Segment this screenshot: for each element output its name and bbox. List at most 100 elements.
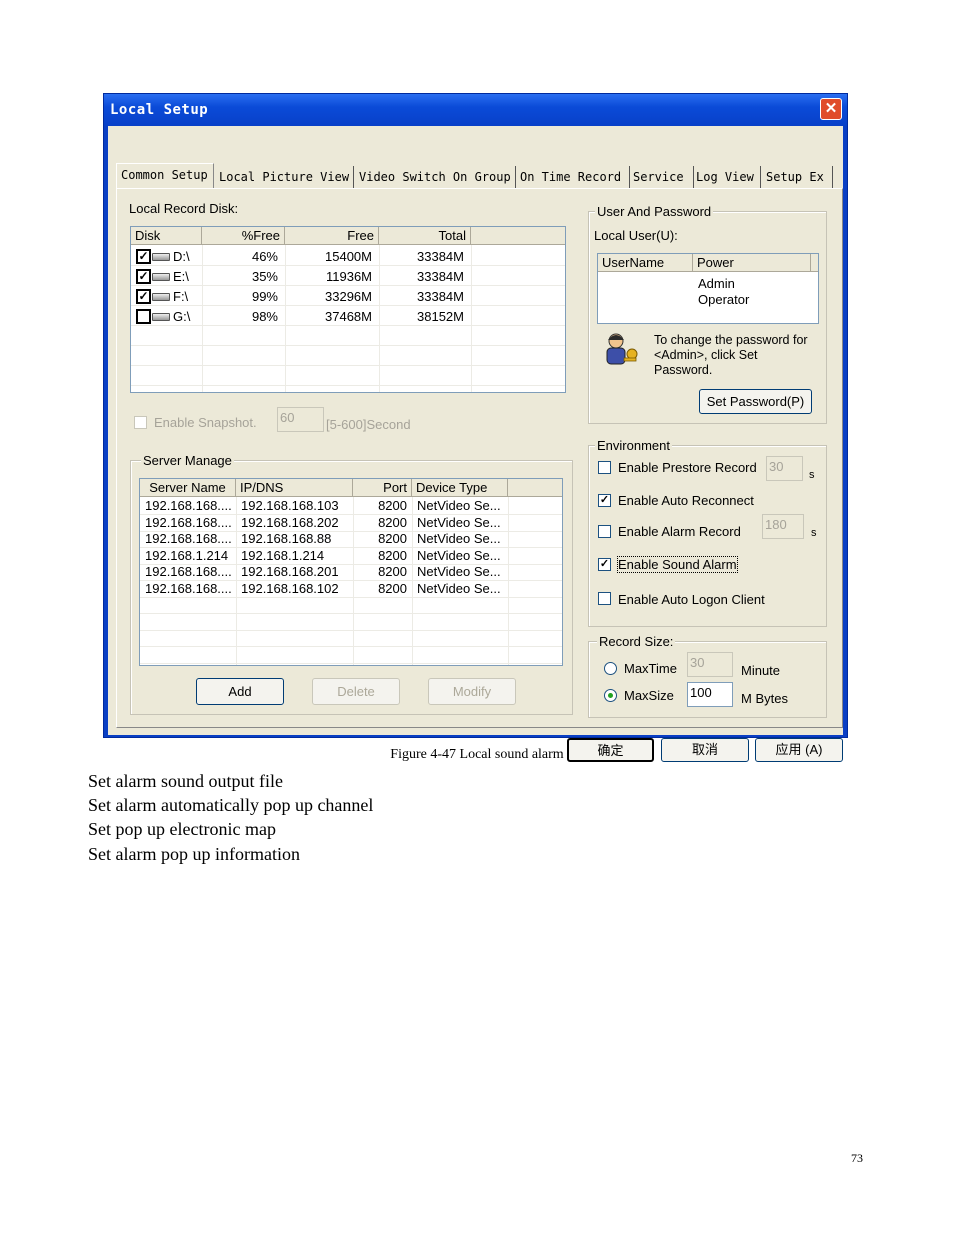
disk-name-cell[interactable]: G:\ <box>173 309 190 325</box>
server-manage-title: Server Manage <box>141 453 234 468</box>
ip-dns-col-header[interactable]: IP/DNS <box>236 479 353 497</box>
server-name-cell[interactable]: 192.168.1.214 <box>145 548 228 564</box>
server-ip-cell: 192.168.168.202 <box>241 514 339 530</box>
disk-free-cell: 33296M <box>325 289 372 304</box>
empty-col-header <box>811 254 818 272</box>
enable-auto-logon-checkbox[interactable] <box>598 592 611 605</box>
enable-prestore-label: Enable Prestore Record <box>618 460 757 475</box>
user-power-cell[interactable]: Operator <box>698 292 749 308</box>
username-col-header[interactable]: UserName <box>598 254 693 272</box>
power-col-header[interactable]: Power <box>693 254 811 272</box>
enable-auto-reconnect-label: Enable Auto Reconnect <box>618 493 754 508</box>
server-ip-cell: 192.168.168.103 <box>241 498 339 513</box>
bullet-item: Set alarm pop up information <box>88 844 300 864</box>
tab-on-time-record[interactable]: On Time Record <box>520 166 630 188</box>
disk-name-cell[interactable]: F:\ <box>173 289 188 305</box>
local-user-label: Local User(U): <box>594 228 678 243</box>
max-size-input[interactable]: 100 <box>687 682 733 707</box>
bullet-item: Set pop up electronic map <box>88 819 276 839</box>
row-gridline <box>140 662 562 664</box>
figure-caption: Figure 4-47 Local sound alarm <box>390 747 564 762</box>
row-gridline <box>131 325 565 326</box>
server-port-cell: 8200 <box>378 564 407 579</box>
server-name-cell[interactable]: 192.168.168.... <box>145 564 232 580</box>
max-size-unit: M Bytes <box>741 691 788 706</box>
max-size-radio[interactable] <box>604 689 617 702</box>
disk-enable-checkbox[interactable]: ✓ <box>136 249 151 264</box>
enable-snapshot-label: Enable Snapshot. <box>154 415 257 430</box>
modify-button[interactable]: Modify <box>428 678 516 705</box>
user-power-cell[interactable]: Admin <box>698 276 735 292</box>
row-gridline <box>131 365 565 366</box>
close-icon[interactable]: ✕ <box>820 98 842 120</box>
tab-common-setup[interactable]: Common Setup <box>116 163 214 189</box>
disk-pct-free-cell: 46% <box>251 249 278 264</box>
tab-video-switch-on-group[interactable]: Video Switch On Group <box>359 166 516 188</box>
prestore-seconds-input[interactable]: 30 <box>766 456 803 481</box>
disk-free-cell: 15400M <box>325 249 372 264</box>
server-list[interactable]: Server Name IP/DNS Port Device Type 192.… <box>139 478 563 666</box>
enable-prestore-checkbox[interactable] <box>598 461 611 474</box>
disk-pct-free-cell: 98% <box>251 309 278 324</box>
row-gridline <box>131 265 565 266</box>
disk-col-header[interactable]: Disk <box>131 227 202 245</box>
enable-alarm-record-label: Enable Alarm Record <box>618 524 741 539</box>
server-ip-cell: 192.168.168.88 <box>241 531 332 546</box>
server-name-cell[interactable]: 192.168.168.... <box>145 515 232 531</box>
server-name-cell[interactable]: 192.168.168.... <box>145 531 232 547</box>
dialog-client-area: Common Setup Local Picture View Video Sw… <box>108 126 843 762</box>
delete-button[interactable]: Delete <box>312 678 400 705</box>
max-time-radio[interactable] <box>604 662 617 675</box>
tab-setup-ex[interactable]: Setup Ex <box>766 166 833 188</box>
snapshot-interval-input[interactable]: 60 <box>277 407 324 432</box>
enable-sound-alarm-checkbox[interactable]: ✓ <box>598 558 611 571</box>
tab-service[interactable]: Service <box>633 166 694 188</box>
row-gridline <box>131 345 565 346</box>
disk-total-cell: 33384M <box>417 249 464 264</box>
server-ip-cell: 192.168.168.102 <box>241 580 339 596</box>
max-time-input[interactable]: 30 <box>687 652 733 677</box>
add-button[interactable]: Add <box>196 678 284 705</box>
enable-auto-reconnect-checkbox[interactable]: ✓ <box>598 494 611 507</box>
server-name-cell[interactable]: 192.168.168.... <box>145 581 232 597</box>
max-time-unit: Minute <box>741 663 781 678</box>
disk-list[interactable]: Disk %Free Free Total ✓ D:\ 46% 15400M 33384… <box>130 226 566 393</box>
disk-total-cell: 33384M <box>417 269 464 284</box>
empty-col-header <box>508 479 562 497</box>
drive-icon <box>152 313 170 321</box>
total-col-header[interactable]: Total <box>379 227 471 245</box>
server-device-type-cell: NetVideo Se... <box>417 547 501 563</box>
disk-name-cell[interactable]: D:\ <box>173 249 190 265</box>
disk-pct-free-cell: 99% <box>251 289 278 304</box>
server-name-cell[interactable]: 192.168.168.... <box>145 498 232 514</box>
server-device-type-cell: NetVideo Se... <box>417 580 501 596</box>
row-gridline <box>131 285 565 286</box>
row-gridline <box>140 629 562 631</box>
password-hint-line2: <Admin>, click Set <box>654 348 758 362</box>
disk-enable-checkbox[interactable]: ✓ <box>136 269 151 284</box>
free-col-header[interactable]: Free <box>285 227 379 245</box>
device-type-col-header[interactable]: Device Type <box>412 479 508 497</box>
disk-enable-checkbox[interactable] <box>136 309 151 324</box>
alarm-record-seconds-input[interactable]: 180 <box>762 514 804 539</box>
environment-title: Environment <box>595 438 672 453</box>
col-gridline <box>471 245 472 392</box>
server-port-cell: 8200 <box>378 514 407 530</box>
tab-local-picture-view[interactable]: Local Picture View <box>219 166 354 188</box>
user-list[interactable]: UserName Power Admin Operator <box>597 253 819 324</box>
enable-sound-alarm-label: Enable Sound Alarm <box>617 556 738 573</box>
enable-snapshot-checkbox[interactable] <box>134 416 147 429</box>
enable-alarm-record-checkbox[interactable] <box>598 525 611 538</box>
title-bar[interactable]: Local Setup ✕ <box>104 94 847 126</box>
disk-name-cell[interactable]: E:\ <box>173 269 189 285</box>
snapshot-range-label: [5-600]Second <box>326 417 411 432</box>
set-password-button[interactable]: Set Password(P) <box>699 389 812 414</box>
password-hint-line1: To change the password for <box>654 333 808 347</box>
disk-free-cell: 11936M <box>325 269 372 284</box>
disk-enable-checkbox[interactable]: ✓ <box>136 289 151 304</box>
pct-free-col-header[interactable]: %Free <box>202 227 285 245</box>
port-col-header[interactable]: Port <box>353 479 412 497</box>
server-name-col-header[interactable]: Server Name <box>140 479 236 497</box>
prestore-unit: s <box>809 469 815 481</box>
tab-log-view[interactable]: Log View <box>696 166 761 188</box>
